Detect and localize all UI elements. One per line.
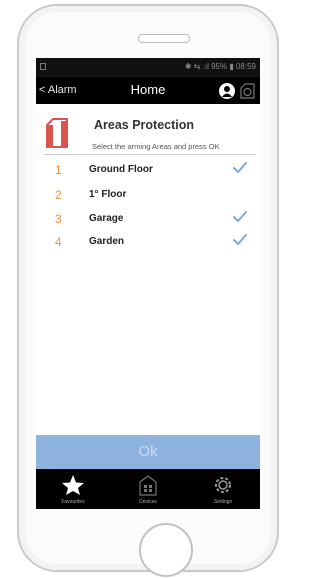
tab-settings[interactable]: Settings	[186, 469, 260, 509]
area-number: 2	[55, 188, 62, 202]
tab-label: Devices	[139, 499, 157, 505]
area-label: 1° Floor	[89, 189, 127, 200]
area-label: Garage	[89, 213, 124, 224]
area-row[interactable]: 1 Ground Floor	[36, 158, 260, 184]
camera-icon[interactable]	[239, 82, 256, 100]
area-label: Garden	[89, 236, 125, 247]
tab-label: Favourites	[61, 499, 85, 505]
area-label: Ground Floor	[89, 164, 153, 175]
area-row[interactable]: 4 Garden	[36, 230, 260, 256]
check-icon	[233, 234, 247, 245]
nav-bar: < Alarm Home	[36, 77, 260, 104]
areas-title: Areas Protection	[94, 118, 195, 132]
gear-icon	[215, 477, 231, 493]
user-profile-icon[interactable]	[219, 83, 235, 99]
star-icon	[62, 475, 84, 495]
sim-icon	[40, 63, 46, 70]
status-bar: ✱ ⇆ .ıl 95% ▮ 08:59	[36, 58, 260, 77]
app-screen: ✱ ⇆ .ıl 95% ▮ 08:59 < Alarm Home Areas P…	[36, 58, 260, 509]
ok-button[interactable]: Ok	[36, 435, 260, 469]
areas-subtitle: Select the arming Areas and press OK	[92, 142, 220, 151]
check-icon	[233, 211, 247, 222]
area-number: 1	[55, 163, 62, 177]
devices-icon	[139, 475, 157, 496]
tab-bar: Favourites Devices Settings	[36, 469, 260, 509]
areas-shield-icon	[45, 117, 69, 149]
area-row[interactable]: 2 1° Floor	[36, 183, 260, 209]
tab-devices[interactable]: Devices	[111, 469, 185, 509]
tab-label: Settings	[213, 499, 233, 505]
phone-speaker	[138, 34, 190, 43]
tab-favourites[interactable]: Favourites	[36, 469, 110, 509]
area-number: 3	[55, 212, 62, 226]
phone-home-button[interactable]	[139, 523, 193, 577]
area-number: 4	[55, 235, 62, 249]
check-icon	[233, 162, 247, 173]
status-text: ✱ ⇆ .ıl 95% ▮ 08:59	[184, 62, 256, 71]
divider	[44, 154, 256, 155]
